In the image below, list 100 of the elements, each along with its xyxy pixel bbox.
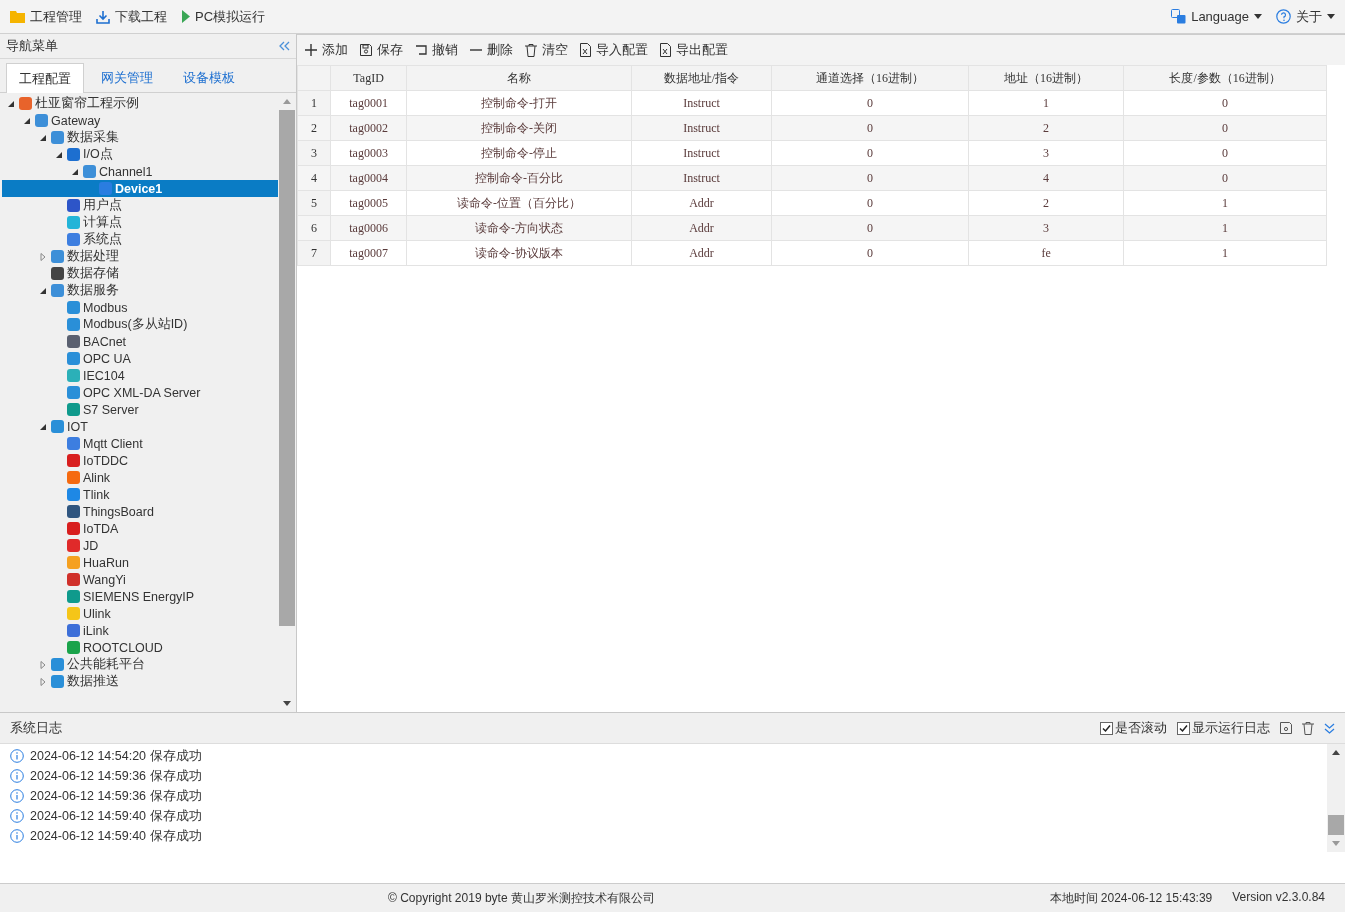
- toolbar-button[interactable]: 导入配置: [580, 41, 648, 59]
- tree-item[interactable]: Device1: [2, 180, 278, 197]
- table-cell: 1: [1123, 240, 1327, 266]
- tree-item[interactable]: ROOTCLOUD: [2, 639, 278, 656]
- tree-item[interactable]: 数据存储: [2, 265, 278, 282]
- file-icon: [580, 43, 591, 57]
- tree-item[interactable]: Mqtt Client: [2, 435, 278, 452]
- menu-item[interactable]: Language: [1171, 9, 1262, 24]
- tree-item[interactable]: Gateway: [2, 112, 278, 129]
- tree-item[interactable]: OPC XML-DA Server: [2, 384, 278, 401]
- column-header[interactable]: TagID: [330, 65, 407, 91]
- tab[interactable]: 设备模板: [170, 63, 248, 92]
- row-number: 5: [297, 190, 331, 216]
- toolbar-button[interactable]: 导出配置: [660, 41, 728, 59]
- tree-item[interactable]: S7 Server: [2, 401, 278, 418]
- tree-item[interactable]: SIEMENS EnergyIP: [2, 588, 278, 605]
- table-cell: 4: [968, 165, 1124, 191]
- tree-item[interactable]: ThingsBoard: [2, 503, 278, 520]
- log-entry: 2024-06-12 14:59:36 保存成功: [30, 767, 202, 785]
- save-icon: [360, 44, 372, 56]
- expand-toggle[interactable]: [38, 659, 48, 670]
- info-icon: [10, 789, 24, 803]
- table-cell: 2: [968, 115, 1124, 141]
- tree-item[interactable]: Modbus: [2, 299, 278, 316]
- tree-item[interactable]: IEC104: [2, 367, 278, 384]
- table-cell: 0: [1123, 140, 1327, 166]
- tree-item[interactable]: Tlink: [2, 486, 278, 503]
- table-cell: Addr: [631, 240, 772, 266]
- download-icon: [96, 9, 110, 24]
- column-header[interactable]: 名称: [406, 65, 632, 91]
- checkbox[interactable]: 是否滚动: [1100, 719, 1167, 737]
- table-cell: 0: [1123, 165, 1327, 191]
- tree-item[interactable]: HuaRun: [2, 554, 278, 571]
- copyright-text: © Copyright 2019 byte 黄山罗米测控技术有限公司: [388, 889, 655, 907]
- trash-icon: [525, 43, 537, 57]
- tree-item[interactable]: 数据服务: [2, 282, 278, 299]
- collapse-icon[interactable]: [1324, 722, 1335, 734]
- info-icon: [10, 809, 24, 823]
- tree-item[interactable]: IoTDDC: [2, 452, 278, 469]
- menu-item[interactable]: 关于: [1276, 7, 1335, 26]
- tree-item[interactable]: Alink: [2, 469, 278, 486]
- tree-item[interactable]: iLink: [2, 622, 278, 639]
- tree-item[interactable]: Channel1: [2, 163, 278, 180]
- save-icon[interactable]: [1280, 722, 1292, 734]
- file-icon: [660, 43, 671, 57]
- log-entry: 2024-06-12 14:54:20 保存成功: [30, 747, 202, 765]
- menu-item[interactable]: 下载工程: [96, 7, 167, 26]
- tree-item[interactable]: WangYi: [2, 571, 278, 588]
- toolbar-button[interactable]: 删除: [470, 41, 513, 59]
- table-cell: 读命令-协议版本: [406, 240, 632, 266]
- tree-item[interactable]: Modbus(多从站ID): [2, 316, 278, 333]
- tree-item[interactable]: 数据采集: [2, 129, 278, 146]
- tab[interactable]: 工程配置: [6, 63, 84, 93]
- tree-item[interactable]: 公共能耗平台: [2, 656, 278, 673]
- info-icon: [10, 769, 24, 783]
- column-header[interactable]: 长度/参数（16进制）: [1123, 65, 1327, 91]
- checkmark-icon: [1179, 723, 1188, 733]
- folder-icon: [10, 10, 25, 23]
- table-cell: 2: [968, 190, 1124, 216]
- toolbar-button[interactable]: 保存: [360, 41, 403, 59]
- table-cell: tag0003: [330, 140, 407, 166]
- menu-item[interactable]: 工程管理: [10, 7, 82, 26]
- row-number: 4: [297, 165, 331, 191]
- tree-item[interactable]: 系统点: [2, 231, 278, 248]
- checkmark-icon: [1102, 723, 1111, 733]
- column-header[interactable]: 通道选择（16进制）: [771, 65, 969, 91]
- tree-item[interactable]: BACnet: [2, 333, 278, 350]
- tree-item[interactable]: 数据处理: [2, 248, 278, 265]
- caret-icon: [1327, 14, 1335, 19]
- tree-item[interactable]: 计算点: [2, 214, 278, 231]
- table-cell: 0: [771, 165, 969, 191]
- tree-item[interactable]: IOT: [2, 418, 278, 435]
- expand-toggle[interactable]: [38, 676, 48, 687]
- tree-item[interactable]: 用户点: [2, 197, 278, 214]
- menu-item[interactable]: PC模拟运行: [181, 7, 266, 26]
- table-cell: Instruct: [631, 165, 772, 191]
- toolbar-button[interactable]: 撤销: [415, 41, 458, 59]
- scrollbar[interactable]: [1327, 744, 1345, 852]
- checkbox[interactable]: 显示运行日志: [1177, 719, 1270, 737]
- tree-item[interactable]: IoTDA: [2, 520, 278, 537]
- tree-item[interactable]: JD: [2, 537, 278, 554]
- column-header[interactable]: 地址（16进制）: [968, 65, 1124, 91]
- toolbar-button[interactable]: 清空: [525, 41, 568, 59]
- tree-item[interactable]: I/O点: [2, 146, 278, 163]
- tab[interactable]: 网关管理: [88, 63, 166, 92]
- table-cell: 读命令-方向状态: [406, 215, 632, 241]
- tree-item[interactable]: Ulink: [2, 605, 278, 622]
- tree-item[interactable]: OPC UA: [2, 350, 278, 367]
- table-cell: Addr: [631, 215, 772, 241]
- column-header[interactable]: 数据地址/指令: [631, 65, 772, 91]
- table-cell: 1: [1123, 215, 1327, 241]
- table-cell: 1: [1123, 190, 1327, 216]
- collapse-icon[interactable]: [279, 41, 290, 51]
- info-icon: [10, 749, 24, 763]
- trash-icon[interactable]: [1302, 721, 1314, 735]
- toolbar-button[interactable]: 添加: [305, 41, 348, 59]
- tree-item[interactable]: 数据推送: [2, 673, 278, 690]
- row-number: 6: [297, 215, 331, 241]
- expand-toggle[interactable]: [38, 251, 48, 262]
- tree-item[interactable]: 杜亚窗帘工程示例: [2, 95, 278, 112]
